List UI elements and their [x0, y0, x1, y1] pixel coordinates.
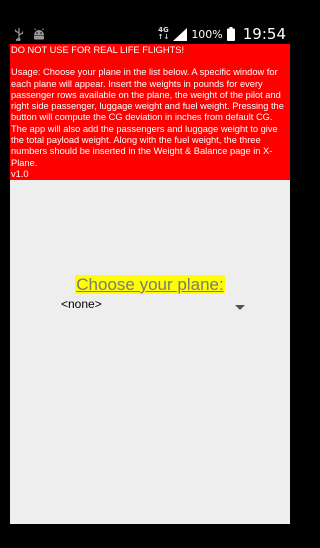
warning-banner: DO NOT USE FOR REAL LIFE FLIGHTS! Usage:… [10, 44, 290, 180]
status-bar-system: 4G ↑↓ 100% 19:54 [158, 25, 286, 43]
clock: 19:54 [242, 25, 286, 43]
choose-plane-container: Choose your plane: [10, 275, 290, 294]
battery-percentage: 100% [191, 27, 223, 41]
dropdown-arrow-icon [235, 305, 245, 310]
plane-selector[interactable]: <none> [60, 295, 245, 313]
status-bar: 4G ↑↓ 100% 19:54 [10, 24, 290, 44]
network-type-indicator: 4G ↑↓ [158, 27, 170, 41]
app-screen: DO NOT USE FOR REAL LIFE FLIGHTS! Usage:… [10, 44, 290, 524]
android-debug-icon [32, 28, 46, 40]
signal-icon [173, 27, 188, 41]
usage-text: Usage: Choose your plane in the list bel… [11, 67, 284, 168]
warning-spacer [11, 56, 289, 67]
choose-plane-label: Choose your plane: [75, 275, 225, 294]
battery-icon [226, 27, 235, 41]
device-bezel [0, 0, 300, 10]
plane-selector-value: <none> [61, 297, 102, 311]
network-activity-arrows: ↑↓ [157, 33, 170, 41]
warning-title: DO NOT USE FOR REAL LIFE FLIGHTS! [11, 45, 185, 55]
status-bar-notifications [14, 27, 46, 41]
version-text: v1.0 [11, 168, 29, 179]
usb-icon [14, 27, 24, 41]
